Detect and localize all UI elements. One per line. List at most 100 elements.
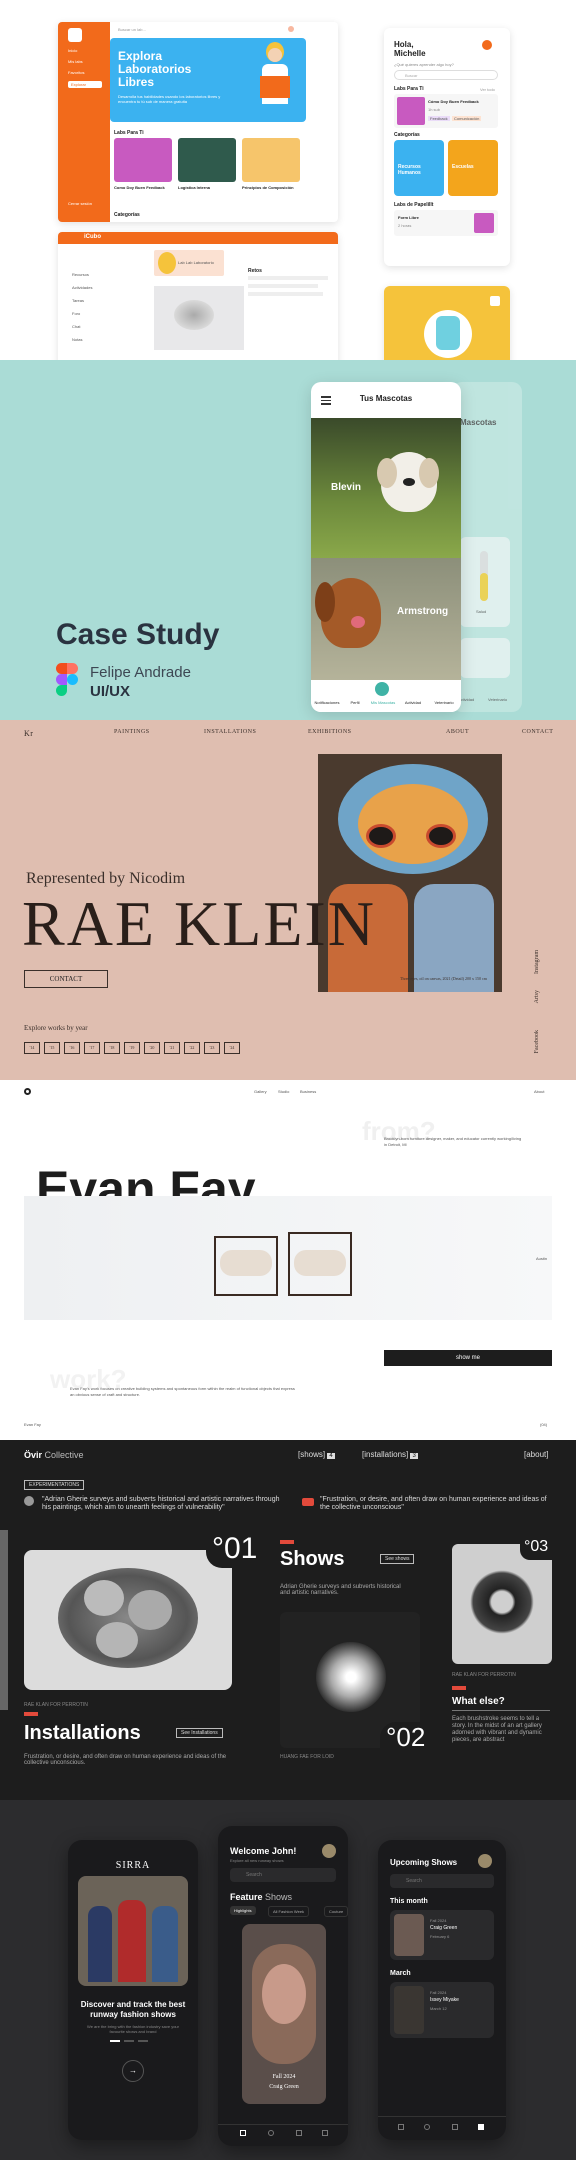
tab-activity[interactable]: Actividad [399, 700, 427, 705]
tab-my-pets[interactable]: Mis Mascotas [369, 700, 397, 705]
nav-exhibitions[interactable]: EXHIBITIONS [308, 729, 352, 735]
search-input[interactable]: Buscar [394, 70, 498, 80]
klein-logo[interactable]: Kr [24, 729, 33, 738]
nav-gallery[interactable]: Gallery [254, 1089, 267, 1094]
list-item[interactable]: Foro [72, 311, 132, 316]
see-installations-button[interactable]: See Installations [176, 1728, 223, 1738]
show-me-button[interactable]: show me [384, 1350, 552, 1366]
category-card[interactable]: Recursos Humanos [394, 140, 444, 196]
next-arrow-icon[interactable]: → [122, 2060, 144, 2082]
section-case-study: Case Study Felipe Andrade UI/UX Mascotas… [0, 360, 576, 720]
lab-mobile-screen: Hola, Michelle ¿Qué quieres aprender algo… [384, 28, 510, 266]
nav-installations[interactable]: [installations] 3 [362, 1450, 418, 1459]
social-instagram[interactable]: Instagram [534, 950, 540, 974]
sidebar-item[interactable]: Favoritos [68, 70, 110, 75]
avatar[interactable] [288, 26, 294, 32]
pet-card-armstrong[interactable]: Armstrong [311, 558, 461, 680]
lab-card-thumb[interactable] [114, 138, 172, 182]
calendar-icon[interactable] [296, 2130, 302, 2136]
nav-about[interactable]: ABOUT [446, 729, 469, 735]
year-button[interactable]: '20 [144, 1042, 160, 1054]
card-date: March 12 [430, 2006, 447, 2011]
explore-icon[interactable] [424, 2124, 430, 2130]
nav-contact[interactable]: CONTACT [522, 729, 553, 735]
feature-brand: Craig Green [269, 2084, 299, 2090]
chip-highlights[interactable]: Highlights [230, 1906, 256, 1915]
sidebar-item-active[interactable]: Explorar [68, 81, 102, 88]
chip-fashion-week[interactable]: All Fashion Week [268, 1906, 310, 1917]
tab-notifications[interactable]: Notificaciones [313, 700, 341, 705]
upcoming-card[interactable]: Fall 2024 Craig Green February 6 [390, 1910, 494, 1960]
lab-card-title: Principios de Composición [242, 185, 294, 190]
avatar[interactable] [478, 1854, 492, 1868]
tab-profile[interactable]: Perfil [341, 700, 369, 705]
sidebar-item[interactable]: Inicio [68, 48, 110, 53]
peek-tab[interactable]: Veterinario [488, 697, 507, 702]
nav-paintings[interactable]: PAINTINGS [114, 729, 150, 735]
lab-card-thumb[interactable] [242, 138, 300, 182]
explore-icon[interactable] [268, 2130, 274, 2136]
tab-vet[interactable]: Veterinario [429, 700, 459, 705]
ovir-logo[interactable]: Övir Collective [24, 1450, 84, 1460]
social-artsy[interactable]: Artsy [534, 990, 540, 1003]
year-button[interactable]: '24 [224, 1042, 240, 1054]
nav-shows[interactable]: [shows] 4 [298, 1450, 335, 1459]
year-button[interactable]: '17 [84, 1042, 100, 1054]
section-ovir: Övir Collective [shows] 4 [installations… [0, 1440, 576, 1800]
pet-card-blevin[interactable]: Blevin [311, 418, 461, 558]
lab-card-thumb[interactable] [178, 138, 236, 182]
lab-logo-icon [68, 28, 82, 42]
contact-button[interactable]: CONTACT [24, 970, 108, 988]
form-card[interactable]: Form Libre 2 horas [394, 210, 498, 236]
sidebar-item[interactable]: Mis labs [68, 59, 110, 64]
list-item[interactable]: Chat [72, 324, 132, 329]
list-item[interactable]: Actividades [72, 285, 132, 290]
question: ¿Qué quieres aprender algo hoy? [394, 62, 454, 67]
year-button[interactable]: '18 [104, 1042, 120, 1054]
nav-about[interactable]: [about] [524, 1450, 548, 1459]
lab-card[interactable]: Cómo Doy Buen Feedback 1h sub Feedback C… [394, 94, 498, 128]
description: Evan Fay's work focuses on creative buil… [70, 1386, 295, 1397]
top-search[interactable]: Buscar un lab... [118, 27, 146, 32]
sidebar-item-logout[interactable]: Cerrar sesión [68, 201, 92, 206]
see-shows-button[interactable]: See shows [380, 1554, 415, 1564]
paw-icon[interactable] [375, 682, 389, 696]
nav-studio[interactable]: Studio [278, 1089, 289, 1094]
year-button[interactable]: '14 [24, 1042, 40, 1054]
home-icon[interactable] [240, 2130, 246, 2136]
year-button[interactable]: '22 [184, 1042, 200, 1054]
list-item[interactable]: Recursos [72, 272, 132, 277]
welcome: Welcome John! [230, 1846, 297, 1856]
calendar-icon[interactable] [452, 2124, 458, 2130]
installations-desc: Frustration, or desire, and often draw o… [24, 1754, 227, 1766]
category-card[interactable]: Escuelas [448, 140, 498, 196]
nav-installations[interactable]: INSTALLATIONS [204, 729, 256, 735]
avatar[interactable] [322, 1844, 336, 1858]
red-icon [302, 1498, 314, 1506]
represented-by: Represented by Nicodim [26, 870, 186, 887]
year-button[interactable]: '23 [204, 1042, 220, 1054]
year-button[interactable]: '21 [164, 1042, 180, 1054]
year-button[interactable]: '19 [124, 1042, 140, 1054]
year-button[interactable]: '16 [64, 1042, 80, 1054]
home-icon[interactable] [398, 2124, 404, 2130]
feature-card[interactable]: Fall 2024 Craig Green [242, 1924, 326, 2104]
bookmark-icon[interactable] [322, 2130, 328, 2136]
upcoming-card[interactable]: Fall 2024 Issey Miyake March 12 [390, 1982, 494, 2038]
see-all-link[interactable]: Ver todo [480, 87, 495, 92]
search-input[interactable]: Search [390, 1874, 494, 1888]
chat-card[interactable]: Lab Lab Laboratorio [154, 250, 224, 276]
search-input[interactable]: Search [230, 1868, 336, 1882]
avatar[interactable] [482, 40, 492, 50]
bookmark-icon[interactable] [478, 2124, 484, 2130]
nav-business[interactable]: Business [300, 1089, 316, 1094]
list-item[interactable]: Tareas [72, 298, 132, 303]
nav-about[interactable]: About [534, 1089, 544, 1094]
chip-couture[interactable]: Couture [324, 1906, 348, 1917]
pet-name: Armstrong [397, 606, 449, 617]
list-item[interactable]: Notas [72, 337, 132, 342]
social-facebook[interactable]: Facebook [534, 1030, 540, 1053]
year-button[interactable]: '15 [44, 1042, 60, 1054]
logo-icon[interactable] [24, 1088, 31, 1095]
peek-screen: Mascotas Salud Actividad Veterinario [452, 382, 522, 712]
